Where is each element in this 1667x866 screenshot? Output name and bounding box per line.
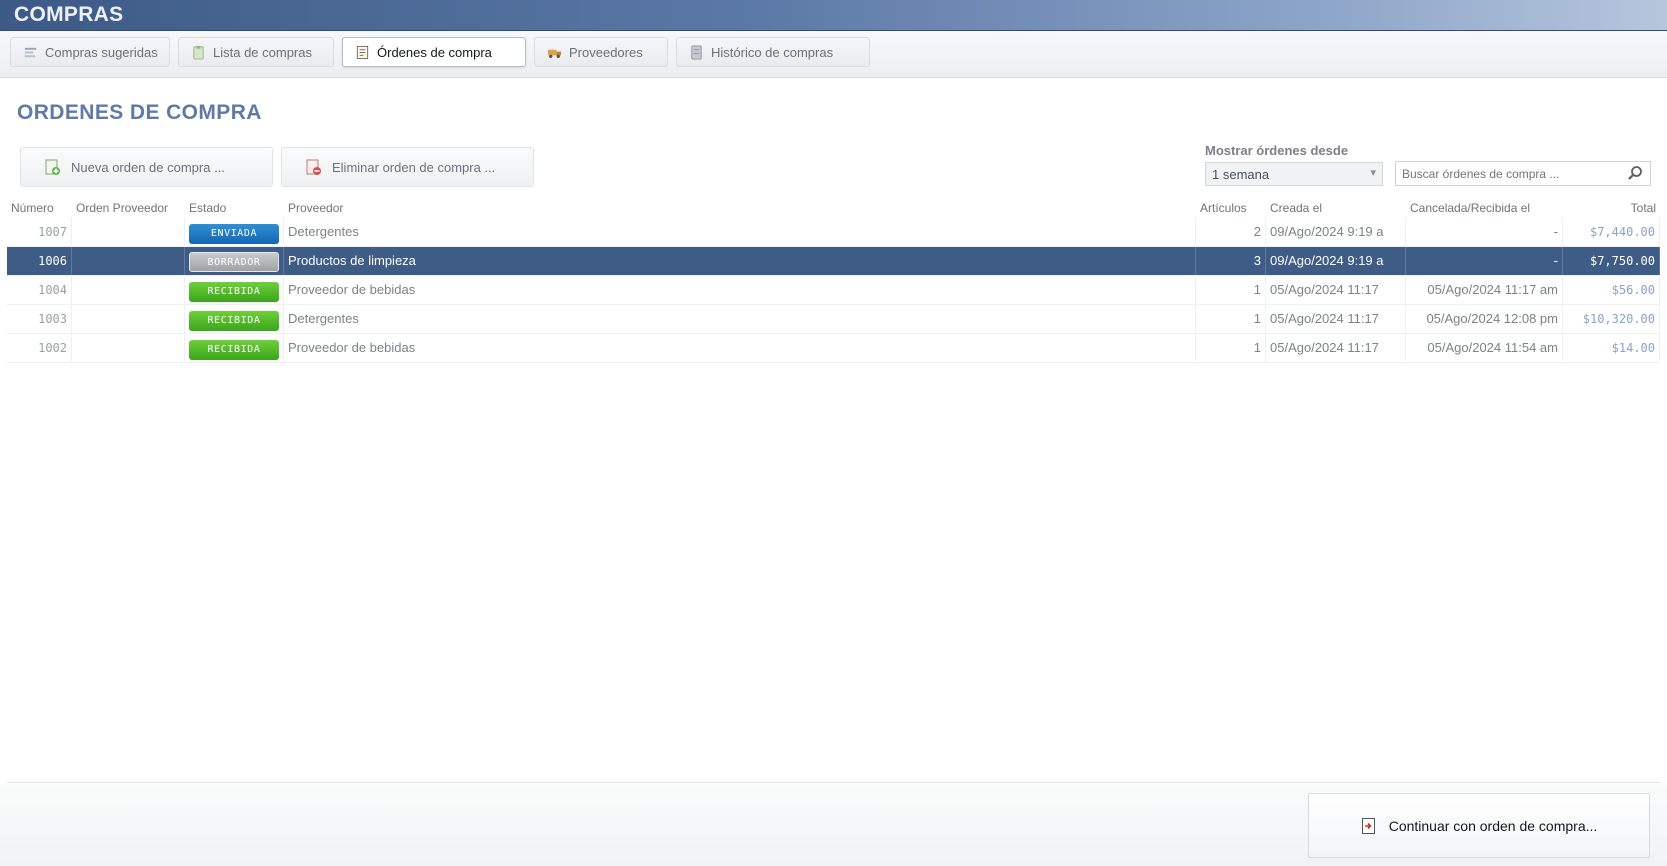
divider [7, 782, 1660, 783]
created-date: 09/Ago/2024 9:19 a [1266, 247, 1406, 275]
item-count: 1 [1196, 305, 1266, 333]
tab-label: Órdenes de compra [377, 44, 492, 60]
new-document-icon [45, 159, 60, 175]
created-date: 09/Ago/2024 9:19 a [1266, 218, 1406, 246]
table-row[interactable]: 1007 ENVIADA Detergentes 2 09/Ago/2024 9… [7, 218, 1660, 247]
tab-label: Compras sugeridas [45, 44, 158, 60]
created-date: 05/Ago/2024 11:17 [1266, 334, 1406, 362]
continue-order-button[interactable]: Continuar con orden de compra... [1308, 793, 1650, 858]
status-cell: BORRADOR [185, 247, 284, 275]
table-row[interactable]: 1003 RECIBIDA Detergentes 1 05/Ago/2024 … [7, 305, 1660, 334]
order-total: $7,750.00 [1563, 247, 1660, 275]
column-header[interactable]: Estado [185, 198, 284, 218]
tab-lista-de-compras[interactable]: Lista de compras [178, 37, 334, 67]
status-cell: RECIBIDA [185, 276, 284, 304]
orders-table: Número Orden Proveedor Estado Proveedor … [7, 198, 1660, 363]
table-row[interactable]: 1002 RECIBIDA Proveedor de bebidas 1 05/… [7, 334, 1660, 363]
new-order-button[interactable]: Nueva orden de compra ... [20, 147, 273, 187]
tab-compras-sugeridas[interactable]: Compras sugeridas [10, 37, 170, 67]
closed-date: 05/Ago/2024 11:54 am [1406, 334, 1563, 362]
supplier-name: Proveedor de bebidas [284, 334, 1196, 362]
column-header[interactable]: Creada el [1266, 198, 1406, 218]
tab-proveedores[interactable]: Proveedores [534, 37, 668, 67]
status-badge: RECIBIDA [189, 311, 279, 331]
status-cell: RECIBIDA [185, 305, 284, 333]
supplier-name: Productos de limpieza [284, 247, 1196, 275]
show-since-value: 1 semana [1212, 167, 1270, 182]
table-row[interactable]: 1006 BORRADOR Productos de limpieza 3 09… [7, 247, 1660, 276]
supplier-order [72, 305, 185, 333]
order-total: $56.00 [1563, 276, 1660, 304]
item-count: 1 [1196, 334, 1266, 362]
order-total: $14.00 [1563, 334, 1660, 362]
order-total: $7,440.00 [1563, 218, 1660, 246]
list-icon [24, 47, 37, 57]
tab-bar: Compras sugeridas Lista de compras Órden… [0, 31, 1667, 78]
status-badge: ENVIADA [189, 224, 279, 244]
supplier-order [72, 334, 185, 362]
continue-order-label: Continuar con orden de compra... [1388, 817, 1598, 834]
new-order-label: Nueva orden de compra ... [71, 159, 225, 175]
order-number: 1002 [7, 334, 72, 362]
column-header[interactable]: Número [7, 198, 72, 218]
status-cell: ENVIADA [185, 218, 284, 246]
supplier-name: Detergentes [284, 218, 1196, 246]
closed-date: - [1406, 218, 1563, 246]
supplier-order [72, 218, 185, 246]
tab-label: Histórico de compras [711, 44, 834, 60]
status-badge: RECIBIDA [189, 340, 279, 360]
tab-historico-de-compras[interactable]: Histórico de compras [676, 37, 870, 67]
window-title: COMPRAS [14, 3, 124, 26]
show-since-select[interactable]: 1 semana ▾ [1205, 162, 1383, 186]
chevron-down-icon: ▾ [1370, 167, 1376, 179]
show-since-label: Mostrar órdenes desde [1205, 143, 1349, 158]
table-row[interactable]: 1004 RECIBIDA Proveedor de bebidas 1 05/… [7, 276, 1660, 305]
tab-label: Lista de compras [213, 44, 312, 60]
order-total: $10,320.00 [1563, 305, 1660, 333]
table-header: Número Orden Proveedor Estado Proveedor … [7, 198, 1660, 218]
closed-date: 05/Ago/2024 11:17 am [1406, 276, 1563, 304]
supplier-order [72, 247, 185, 275]
column-header[interactable]: Total [1563, 198, 1660, 218]
column-header[interactable]: Orden Proveedor [72, 198, 185, 218]
truck-icon [547, 49, 562, 58]
delete-document-icon [306, 159, 321, 175]
created-date: 05/Ago/2024 11:17 [1266, 276, 1406, 304]
archive-icon [691, 44, 702, 60]
supplier-name: Proveedor de bebidas [284, 276, 1196, 304]
delete-order-button[interactable]: Eliminar orden de compra ... [281, 147, 534, 187]
item-count: 3 [1196, 247, 1266, 275]
document-arrow-icon [1361, 817, 1375, 834]
page-title: ORDENES DE COMPRA [17, 101, 262, 124]
title-bar: COMPRAS [0, 0, 1667, 31]
column-header[interactable]: Artículos [1196, 198, 1266, 218]
item-count: 2 [1196, 218, 1266, 246]
column-header[interactable]: Cancelada/Recibida el [1406, 198, 1563, 218]
order-number: 1004 [7, 276, 72, 304]
column-header[interactable]: Proveedor [284, 198, 1196, 218]
tab-label: Proveedores [569, 44, 643, 60]
status-cell: RECIBIDA [185, 334, 284, 362]
supplier-name: Detergentes [284, 305, 1196, 333]
search-icon[interactable] [1627, 165, 1643, 181]
order-number: 1003 [7, 305, 72, 333]
supplier-order [72, 276, 185, 304]
order-number: 1006 [7, 247, 72, 275]
created-date: 05/Ago/2024 11:17 [1266, 305, 1406, 333]
clipboard-icon [193, 45, 204, 60]
closed-date: - [1406, 247, 1563, 275]
delete-order-label: Eliminar orden de compra ... [332, 159, 496, 175]
status-badge: BORRADOR [189, 252, 279, 272]
search-input[interactable] [1395, 161, 1651, 186]
order-number: 1007 [7, 218, 72, 246]
item-count: 1 [1196, 276, 1266, 304]
closed-date: 05/Ago/2024 12:08 pm [1406, 305, 1563, 333]
status-badge: RECIBIDA [189, 282, 279, 302]
tab-ordenes-de-compra[interactable]: Órdenes de compra [342, 37, 526, 67]
document-icon [356, 45, 369, 59]
